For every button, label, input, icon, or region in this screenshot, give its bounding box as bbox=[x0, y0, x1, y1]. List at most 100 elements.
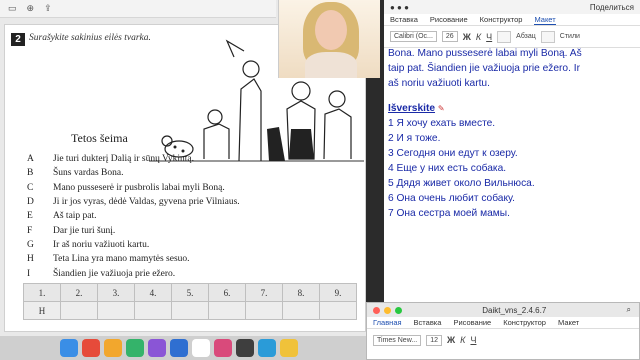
app-icon[interactable] bbox=[214, 339, 232, 357]
sentence-item: H Teta Lina yra mano mamytės sesuo. bbox=[27, 252, 365, 266]
translation-item: 6 Она очень любит собаку. bbox=[388, 193, 515, 204]
app-icon[interactable] bbox=[236, 339, 254, 357]
app-icon[interactable] bbox=[148, 339, 166, 357]
sentence-text: Ji ir jos vyras, dėdė Valdas, gyvena pri… bbox=[53, 197, 240, 208]
maximize-icon[interactable] bbox=[395, 306, 402, 314]
answer-header: 5. bbox=[171, 283, 209, 302]
exercise-number: 2 bbox=[11, 33, 25, 46]
translation-item: 4 Еще у них есть собака. bbox=[388, 163, 507, 174]
doc-line: Bona. Mano pusseserė labai myli Boną. Aš bbox=[388, 48, 582, 59]
document-title: Daikt_vns_2.4.6.7 bbox=[482, 305, 547, 315]
font-name-select[interactable]: Times New... bbox=[373, 334, 422, 346]
app-icon[interactable] bbox=[126, 339, 144, 357]
second-word-ribbon: Times New... 12 Ж К Ч bbox=[367, 329, 639, 351]
app-icon[interactable] bbox=[104, 339, 122, 357]
sentence-text: Mano pusseserė ir pusbrolis labai myli B… bbox=[53, 182, 225, 193]
sentence-item: I Šiandien jie važiuoja prie ežero. bbox=[27, 266, 365, 280]
close-icon[interactable] bbox=[373, 306, 380, 314]
word-titlebar: ● ● ● Поделиться bbox=[384, 0, 640, 14]
minimize-icon[interactable] bbox=[384, 306, 391, 314]
sentence-letter: C bbox=[27, 182, 34, 193]
sentence-item: E Aš taip pat. bbox=[27, 209, 365, 223]
sentence-item: A Jie turi dukterį Dalią ir sūnų Vykintą. bbox=[27, 152, 365, 166]
sentence-text: Dar jie turi šunį. bbox=[53, 225, 116, 236]
document-body[interactable]: Bona. Mano pusseserė labai myli Boną. Aš… bbox=[388, 46, 638, 221]
zoom-icon[interactable]: ⊕ bbox=[27, 3, 35, 14]
paragraph-label: Абзац bbox=[516, 33, 536, 40]
share-icon[interactable]: ⇪ bbox=[44, 3, 52, 14]
underline-button[interactable]: Ч bbox=[486, 32, 492, 42]
paragraph-icon[interactable] bbox=[497, 30, 512, 43]
sentence-text: Šiandien jie važiuoja prie ežero. bbox=[53, 268, 176, 279]
answer-cell bbox=[60, 301, 98, 320]
font-size-select[interactable]: 12 bbox=[426, 334, 442, 346]
answer-header: 2. bbox=[60, 283, 98, 302]
tab-layout[interactable]: Макет bbox=[558, 318, 579, 327]
search-icon[interactable]: ⌕ bbox=[627, 305, 631, 315]
sentence-text: Jie turi dukterį Dalią ir sūnų Vykintą. bbox=[53, 154, 194, 165]
app-icon[interactable] bbox=[192, 339, 210, 357]
second-word-titlebar: Daikt_vns_2.4.6.7 ⌕ bbox=[367, 303, 639, 317]
webcam-video bbox=[278, 0, 380, 78]
app-icon[interactable] bbox=[170, 339, 188, 357]
sentence-letter: A bbox=[27, 154, 34, 165]
bold-button[interactable]: Ж bbox=[463, 32, 471, 42]
sentence-letter: F bbox=[27, 225, 33, 236]
story-title: Tetos šeima bbox=[71, 131, 128, 145]
pdf-toolbar: ▭ ⊕ ⇪ bbox=[0, 0, 276, 18]
sentence-letter: D bbox=[27, 197, 34, 208]
answer-table: 1. 2. 3. 4. 5. 6. 7. 8. 9. H bbox=[23, 283, 357, 320]
tab-design[interactable]: Конструктор bbox=[480, 15, 523, 24]
italic-button[interactable]: К bbox=[476, 32, 481, 42]
answer-cell bbox=[282, 301, 320, 320]
sentence-item: B Šuns vardas Bona. bbox=[27, 166, 365, 180]
doc-line: taip pat. Šiandien jie važiuoja prie eže… bbox=[388, 63, 580, 74]
sentence-text: Ir aš noriu važiuoti kartu. bbox=[53, 239, 150, 250]
bold-button[interactable]: Ж bbox=[447, 335, 455, 345]
sidebar-icon[interactable]: ▭ bbox=[8, 3, 17, 14]
sentence-list: A Jie turi dukterį Dalią ir sūnų Vykintą.… bbox=[27, 152, 365, 281]
share-button[interactable]: Поделиться bbox=[590, 3, 634, 12]
sentence-item: D Ji ir jos vyras, dėdė Valdas, gyvena pr… bbox=[27, 195, 365, 209]
window-controls bbox=[373, 306, 402, 314]
sentence-text: Aš taip pat. bbox=[53, 211, 97, 222]
doc-heading: Išverskite bbox=[388, 103, 436, 114]
answer-header: 1. bbox=[23, 283, 61, 302]
font-size-select[interactable]: 26 bbox=[441, 31, 458, 42]
answer-cell bbox=[208, 301, 246, 320]
doc-line: aš noriu važiuoti kartu. bbox=[388, 78, 490, 89]
italic-button[interactable]: К bbox=[460, 335, 465, 345]
app-icon[interactable] bbox=[280, 339, 298, 357]
answer-header-row: 1. 2. 3. 4. 5. 6. 7. 8. 9. bbox=[23, 283, 357, 302]
sentence-letter: G bbox=[27, 239, 34, 250]
answer-header: 8. bbox=[282, 283, 320, 302]
answer-cell bbox=[245, 301, 283, 320]
sentence-text: Teta Lina yra mano mamytės sesuo. bbox=[53, 254, 190, 265]
sentence-text: Šuns vardas Bona. bbox=[53, 168, 124, 179]
app-icon[interactable] bbox=[258, 339, 276, 357]
word-window: ● ● ● Поделиться Вставка Рисование Конст… bbox=[384, 0, 640, 336]
second-word-window: Daikt_vns_2.4.6.7 ⌕ Главная Вставка Рисо… bbox=[366, 302, 640, 360]
answer-cell bbox=[97, 301, 135, 320]
sentence-item: G Ir aš noriu važiuoti kartu. bbox=[27, 238, 365, 252]
tab-draw[interactable]: Рисование bbox=[453, 318, 491, 327]
translation-item: 1 Я хочу ехать вместе. bbox=[388, 118, 496, 129]
app-icon[interactable] bbox=[60, 339, 78, 357]
tab-layout[interactable]: Макет bbox=[534, 15, 556, 25]
window-controls-icon[interactable]: ● ● ● bbox=[390, 3, 409, 12]
sentence-letter: H bbox=[27, 254, 34, 265]
tab-design[interactable]: Конструктор bbox=[503, 318, 546, 327]
styles-icon[interactable] bbox=[540, 30, 555, 43]
tab-home[interactable]: Главная bbox=[373, 318, 402, 327]
underline-button[interactable]: Ч bbox=[470, 335, 476, 345]
app-icon[interactable] bbox=[82, 339, 100, 357]
font-name-select[interactable]: Calibri (Oc... bbox=[390, 31, 437, 42]
tab-draw[interactable]: Рисование bbox=[430, 15, 468, 24]
tab-insert[interactable]: Вставка bbox=[414, 318, 442, 327]
video-person-body bbox=[305, 52, 357, 78]
tab-insert[interactable]: Вставка bbox=[390, 15, 418, 24]
answer-cell bbox=[134, 301, 172, 320]
translation-item: 7 Она сестра моей мамы. bbox=[388, 208, 510, 219]
answer-header: 4. bbox=[134, 283, 172, 302]
answer-header: 7. bbox=[245, 283, 283, 302]
